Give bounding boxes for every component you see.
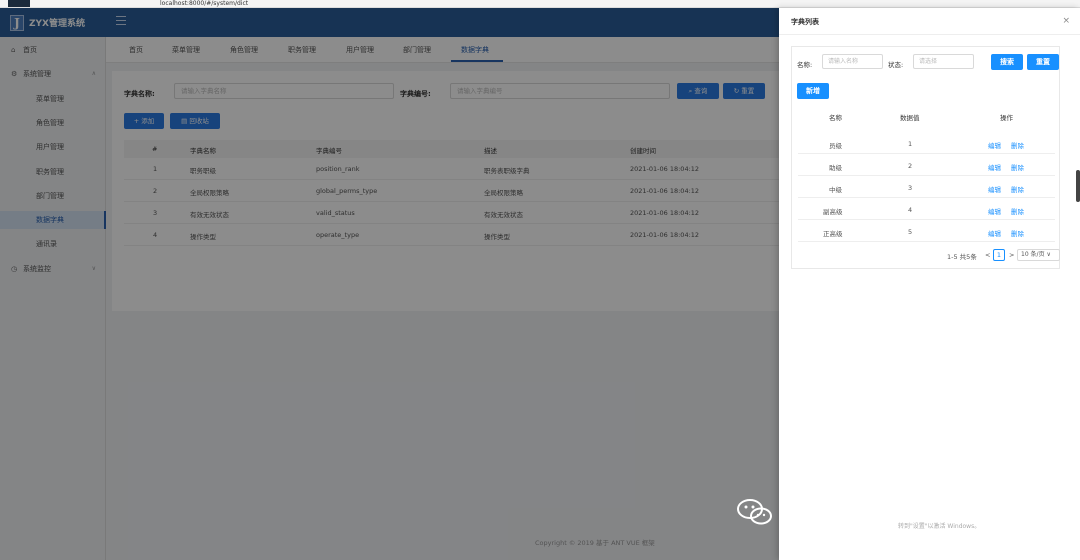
reset-button[interactable]: 重置 [1027, 54, 1059, 70]
drawer-title: 字典列表 [791, 18, 819, 26]
item-name-label: 名称: [797, 61, 813, 69]
table-row[interactable]: 正高级 5 编辑 删除 [798, 220, 1055, 242]
table-row[interactable]: 副高级 4 编辑 删除 [798, 198, 1055, 220]
delete-link[interactable]: 删除 [1011, 140, 1024, 150]
chevron-right-icon[interactable]: > [1009, 251, 1014, 259]
item-name-input[interactable]: 请输入名称 [822, 54, 883, 69]
scrollbar-thumb[interactable] [1076, 170, 1080, 202]
delete-link[interactable]: 删除 [1011, 206, 1024, 216]
add-item-button[interactable]: 新增 [797, 83, 829, 99]
search-button[interactable]: 搜索 [991, 54, 1023, 70]
drawer-card: 名称: 请输入名称 状态: 请选择 搜索 重置 新增 名称 数据值 操作 员级 … [791, 46, 1060, 269]
edit-link[interactable]: 编辑 [988, 162, 1001, 172]
windows-activation-notice: 转到"设置"以激活 Windows。 [898, 523, 981, 530]
delete-link[interactable]: 删除 [1011, 162, 1024, 172]
edit-link[interactable]: 编辑 [988, 184, 1001, 194]
page-size-select[interactable]: 10 条/页 ∨ [1017, 249, 1060, 261]
modal-mask-lower[interactable] [0, 310, 779, 560]
delete-link[interactable]: 删除 [1011, 184, 1024, 194]
status-label: 状态: [888, 61, 904, 69]
delete-link[interactable]: 删除 [1011, 228, 1024, 238]
wechat-icon [737, 499, 772, 525]
modal-mask[interactable] [0, 8, 779, 310]
address-bar[interactable]: localhost:8000/#/system/dict [160, 0, 248, 7]
chevron-left-icon[interactable]: < [985, 251, 990, 259]
edit-link[interactable]: 编辑 [988, 228, 1001, 238]
close-icon[interactable]: × [1062, 16, 1070, 26]
drawer-divider [779, 34, 1080, 35]
edit-link[interactable]: 编辑 [988, 140, 1001, 150]
status-select[interactable]: 请选择 [913, 54, 974, 69]
dict-items-drawer: 字典列表 × 名称: 请输入名称 状态: 请选择 搜索 重置 新增 名称 数据值… [779, 8, 1080, 560]
table-row[interactable]: 员级 1 编辑 删除 [798, 132, 1055, 154]
edit-link[interactable]: 编辑 [988, 206, 1001, 216]
browser-toolbar: localhost:8000/#/system/dict [0, 0, 1080, 8]
favicon [8, 0, 30, 7]
table-row[interactable]: 中级 3 编辑 删除 [798, 176, 1055, 198]
table-row[interactable]: 助级 2 编辑 删除 [798, 154, 1055, 176]
page-1-button[interactable]: 1 [993, 249, 1005, 261]
pagination-total: 1-5 共5条 [947, 253, 977, 261]
